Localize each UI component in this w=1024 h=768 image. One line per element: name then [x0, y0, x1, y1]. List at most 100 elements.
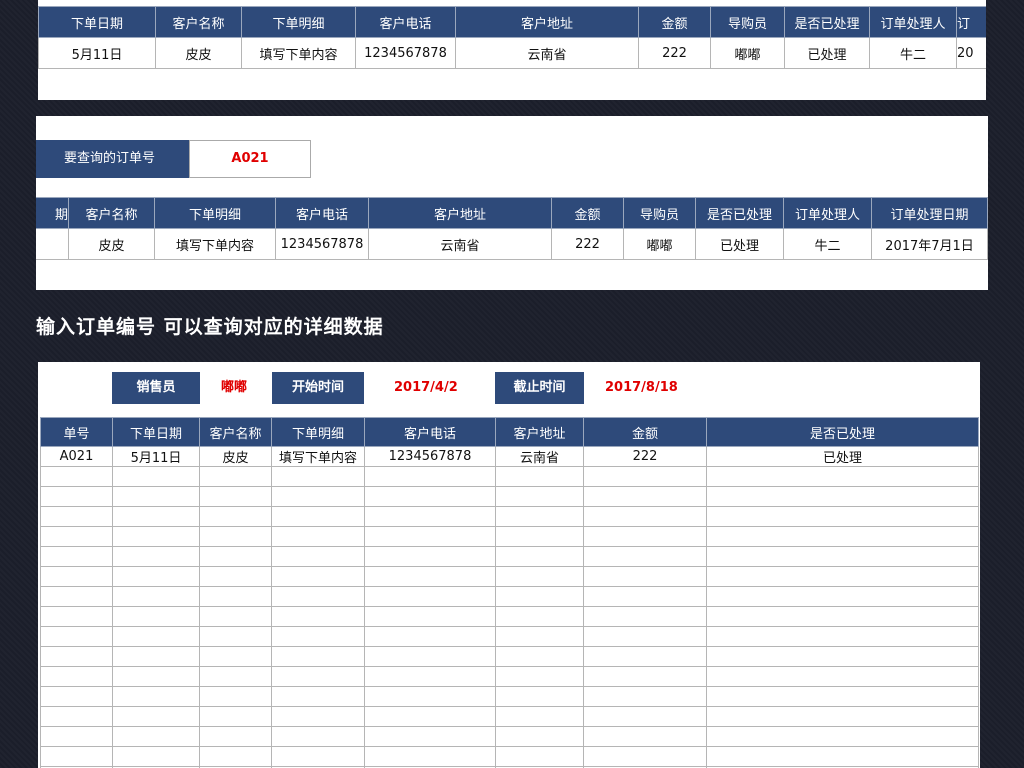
table-cell[interactable] — [583, 686, 707, 707]
table-cell[interactable] — [271, 706, 365, 727]
empty-table-row[interactable] — [40, 466, 979, 487]
table-cell[interactable] — [40, 506, 113, 527]
table-cell[interactable] — [706, 666, 979, 687]
table-cell[interactable] — [364, 646, 496, 667]
table-cell[interactable] — [40, 666, 113, 687]
table-cell[interactable] — [199, 586, 272, 607]
table-cell[interactable] — [706, 646, 979, 667]
table-cell[interactable] — [271, 606, 365, 627]
table-cell[interactable] — [706, 486, 979, 507]
table-cell[interactable] — [583, 526, 707, 547]
table-cell[interactable] — [112, 466, 200, 487]
order-number-input[interactable]: A021 — [189, 140, 311, 178]
table-cell[interactable] — [271, 566, 365, 587]
table-row[interactable]: 皮皮 填写下单内容 1234567878 云南省 222 嘟嘟 已处理 牛二 2… — [36, 228, 988, 260]
table-cell[interactable] — [199, 746, 272, 767]
table-cell[interactable] — [583, 606, 707, 627]
table-cell[interactable] — [364, 606, 496, 627]
table-cell[interactable] — [583, 566, 707, 587]
table-cell[interactable] — [40, 486, 113, 507]
table-cell[interactable] — [583, 506, 707, 527]
table-cell[interactable] — [40, 526, 113, 547]
table-cell[interactable] — [199, 566, 272, 587]
table-cell[interactable] — [199, 546, 272, 567]
table-cell[interactable]: 皮皮 — [155, 37, 242, 69]
table-cell[interactable] — [364, 586, 496, 607]
empty-table-row[interactable] — [40, 506, 979, 527]
table-cell[interactable] — [495, 526, 584, 547]
table-cell[interactable] — [271, 526, 365, 547]
table-cell[interactable] — [364, 506, 496, 527]
table-cell[interactable] — [112, 546, 200, 567]
table-cell[interactable]: 嘟嘟 — [623, 228, 696, 260]
table-cell[interactable] — [40, 606, 113, 627]
table-cell[interactable] — [364, 706, 496, 727]
empty-table-row[interactable] — [40, 686, 979, 707]
table-cell[interactable] — [706, 566, 979, 587]
table-cell[interactable] — [495, 466, 584, 487]
table-cell[interactable]: 已处理 — [784, 37, 870, 69]
table-cell[interactable] — [199, 466, 272, 487]
table-cell[interactable]: 222 — [551, 228, 624, 260]
table-cell[interactable] — [495, 706, 584, 727]
table-cell[interactable] — [495, 486, 584, 507]
table-cell[interactable] — [706, 686, 979, 707]
table-cell[interactable] — [199, 526, 272, 547]
table-cell[interactable]: 1234567878 — [364, 446, 496, 467]
table-cell[interactable] — [112, 506, 200, 527]
table-cell[interactable] — [40, 746, 113, 767]
table-cell[interactable] — [706, 586, 979, 607]
table-cell[interactable] — [199, 506, 272, 527]
table-cell[interactable] — [40, 586, 113, 607]
table-cell[interactable] — [495, 746, 584, 767]
table-cell[interactable] — [706, 526, 979, 547]
table-cell[interactable] — [495, 586, 584, 607]
table-cell[interactable] — [271, 746, 365, 767]
table-cell[interactable] — [495, 546, 584, 567]
table-cell[interactable] — [40, 626, 113, 647]
table-cell[interactable] — [706, 626, 979, 647]
table-cell[interactable] — [271, 666, 365, 687]
table-cell[interactable]: 牛二 — [783, 228, 872, 260]
table-cell[interactable] — [199, 686, 272, 707]
table-cell[interactable] — [364, 626, 496, 647]
table-cell[interactable] — [364, 746, 496, 767]
table-cell[interactable]: 云南省 — [495, 446, 584, 467]
start-time-value[interactable]: 2017/4/2 — [394, 372, 484, 404]
table-cell[interactable] — [583, 486, 707, 507]
table-cell[interactable] — [706, 546, 979, 567]
table-cell[interactable]: A021 — [40, 446, 113, 467]
empty-table-row[interactable] — [40, 626, 979, 647]
table-cell[interactable] — [271, 506, 365, 527]
empty-table-row[interactable] — [40, 746, 979, 767]
table-cell[interactable] — [495, 726, 584, 747]
table-cell[interactable]: 222 — [583, 446, 707, 467]
table-cell[interactable]: 20 — [956, 37, 986, 69]
empty-table-row[interactable] — [40, 486, 979, 507]
table-cell[interactable] — [583, 586, 707, 607]
table-cell[interactable]: 5月11日 — [38, 37, 156, 69]
table-cell[interactable] — [199, 626, 272, 647]
salesperson-value[interactable]: 嘟嘟 — [221, 372, 271, 404]
table-cell[interactable]: 5月11日 — [112, 446, 200, 467]
table-cell[interactable] — [112, 686, 200, 707]
table-cell[interactable] — [112, 706, 200, 727]
empty-table-row[interactable] — [40, 586, 979, 607]
table-cell[interactable]: 222 — [638, 37, 711, 69]
table-cell[interactable] — [271, 486, 365, 507]
table-cell[interactable]: 2017年7月1日 — [871, 228, 988, 260]
table-cell[interactable] — [583, 746, 707, 767]
empty-table-row[interactable] — [40, 726, 979, 747]
table-cell[interactable] — [112, 646, 200, 667]
table-cell[interactable] — [112, 486, 200, 507]
table-cell[interactable] — [583, 706, 707, 727]
table-cell[interactable] — [495, 606, 584, 627]
table-cell[interactable] — [40, 686, 113, 707]
table-cell[interactable] — [271, 686, 365, 707]
table-cell[interactable] — [364, 466, 496, 487]
table-cell[interactable] — [271, 466, 365, 487]
table-cell[interactable] — [112, 746, 200, 767]
table-cell[interactable] — [40, 566, 113, 587]
table-cell[interactable] — [112, 566, 200, 587]
table-cell[interactable] — [706, 606, 979, 627]
